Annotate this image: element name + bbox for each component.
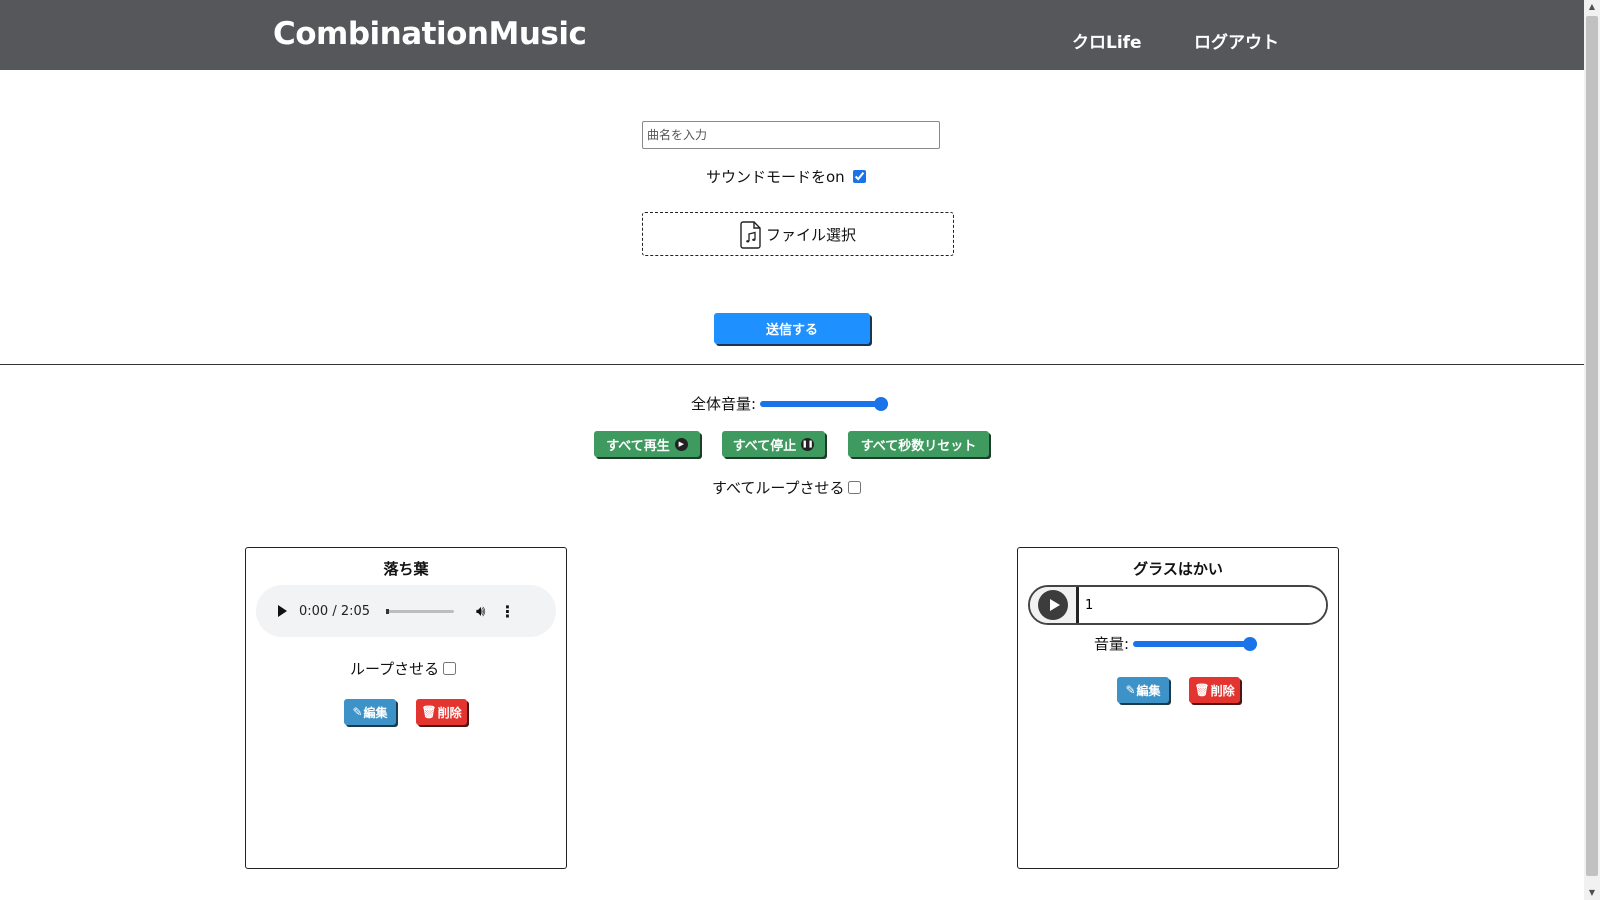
stop-all-button[interactable]: すべて停止 ❚❚ — [722, 431, 825, 457]
music-file-icon — [740, 221, 761, 249]
pencil-icon: ✎ — [1125, 683, 1136, 697]
file-select-label: ファイル選択 — [765, 225, 856, 244]
reset-all-seconds-button[interactable]: すべて秒数リセット — [848, 431, 989, 457]
delete-label: 削除 — [437, 705, 462, 720]
play-all-label: すべて再生 — [606, 438, 670, 454]
edit-label: 編集 — [363, 705, 388, 720]
volume-slider[interactable] — [1133, 640, 1258, 647]
scroll-down-icon[interactable]: ▼ — [1584, 886, 1600, 900]
nav-logout-link[interactable]: ログアウト — [1194, 28, 1279, 53]
sound-player — [1028, 585, 1328, 625]
volume-row: 音量: — [1094, 633, 1259, 654]
loop-label: ループさせる — [350, 660, 440, 678]
delete-label: 削除 — [1210, 683, 1235, 698]
delete-button[interactable]: 🗑︎ 削除 — [416, 699, 467, 725]
loop-all-label: すべてループさせる — [712, 479, 845, 497]
sound-mode-checkbox[interactable] — [852, 170, 866, 183]
trash-icon: 🗑︎ — [421, 705, 437, 719]
nav-kuro-life-link[interactable]: クロLife — [1072, 28, 1142, 53]
pencil-icon: ✎ — [352, 705, 363, 719]
play-all-button[interactable]: すべて再生 ▶ — [594, 431, 700, 457]
section-divider — [0, 364, 1584, 365]
loop-row: ループさせる — [350, 658, 457, 679]
play-circle-icon — [1038, 590, 1068, 620]
track-title: グラスはかい — [1133, 560, 1223, 578]
brand-logo[interactable]: CombinationMusic — [273, 16, 587, 52]
master-volume-row: 全体音量: — [691, 393, 890, 414]
play-button[interactable] — [1030, 587, 1079, 623]
sound-mode-row: サウンドモードをon — [706, 166, 866, 187]
audio-player: 0:00 / 2:05 🔊︎ ⋮ — [256, 585, 556, 637]
stop-all-label: すべて停止 — [732, 438, 797, 454]
delete-button[interactable]: 🗑︎ 削除 — [1189, 677, 1240, 703]
song-name-input[interactable] — [642, 121, 940, 149]
master-volume-label: 全体音量: — [691, 395, 757, 413]
volume-icon[interactable]: 🔊︎ — [476, 602, 485, 620]
volume-label: 音量: — [1094, 635, 1130, 653]
loop-all-checkbox[interactable] — [848, 481, 862, 494]
seek-bar[interactable] — [386, 608, 455, 614]
loop-all-row: すべてループさせる — [712, 477, 862, 498]
track-card: 落ち葉 0:00 / 2:05 🔊︎ ⋮ ループさせる ✎ 編集 🗑︎ 削除 — [245, 547, 567, 869]
pause-circle-icon: ❚❚ — [801, 437, 815, 451]
edit-button[interactable]: ✎ 編集 — [1117, 677, 1169, 703]
trash-icon: 🗑︎ — [1194, 683, 1210, 697]
play-circle-icon: ▶ — [674, 437, 688, 451]
loop-checkbox[interactable] — [443, 662, 457, 675]
file-select-button[interactable]: ファイル選択 — [642, 212, 954, 256]
play-count-input[interactable] — [1079, 587, 1326, 623]
edit-label: 編集 — [1136, 683, 1161, 698]
submit-button[interactable]: 送信する — [714, 313, 870, 344]
play-icon[interactable] — [278, 605, 287, 617]
master-volume-slider[interactable] — [760, 400, 889, 407]
page-scrollbar[interactable]: ▲ ▼ — [1584, 0, 1600, 900]
app-header: CombinationMusic クロLife ログアウト — [0, 0, 1584, 70]
track-card: グラスはかい 音量: ✎ 編集 🗑︎ 削除 — [1017, 547, 1339, 869]
track-title: 落ち葉 — [383, 560, 429, 578]
edit-button[interactable]: ✎ 編集 — [344, 699, 396, 725]
more-options-icon[interactable]: ⋮ — [499, 602, 515, 621]
scroll-thumb[interactable] — [1586, 16, 1598, 876]
sound-mode-label: サウンドモードをon — [706, 168, 845, 186]
scroll-up-icon[interactable]: ▲ — [1584, 0, 1600, 14]
player-time: 0:00 / 2:05 — [299, 603, 371, 619]
